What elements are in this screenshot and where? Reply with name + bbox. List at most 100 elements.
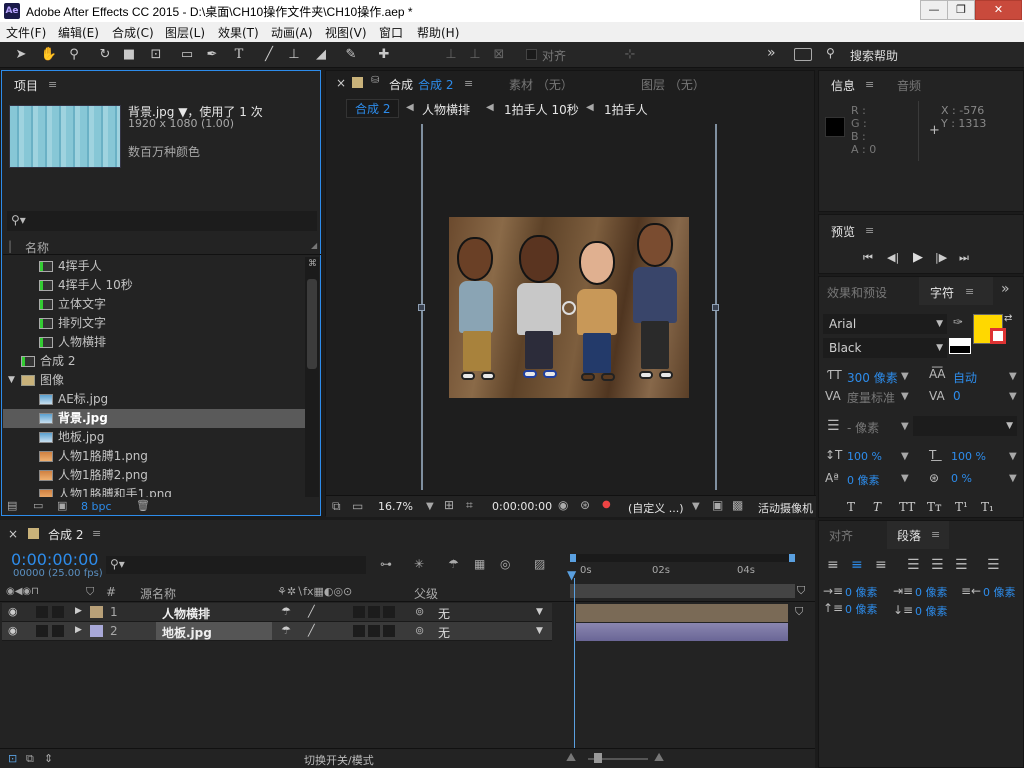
- first-frame-icon[interactable]: ⏮: [863, 251, 873, 265]
- font-size-value[interactable]: 300 像素: [847, 369, 898, 386]
- channel-icon[interactable]: ●: [602, 499, 611, 510]
- viewer-timecode[interactable]: 0:00:00:00: [492, 500, 552, 513]
- audio-tab[interactable]: 音频: [897, 77, 921, 94]
- dropdown-icon[interactable]: ▼: [901, 473, 909, 484]
- layer-name[interactable]: 地板.jpg: [162, 624, 212, 641]
- lock-toggle[interactable]: [52, 606, 64, 618]
- project-tab[interactable]: 项目: [14, 77, 38, 94]
- column-parent[interactable]: 父级: [414, 585, 438, 602]
- paragraph-tab[interactable]: 段落: [897, 527, 921, 544]
- show-snapshot-icon[interactable]: ⊛: [580, 498, 590, 512]
- info-tab[interactable]: 信息: [831, 77, 855, 94]
- superscript-icon[interactable]: T¹: [955, 500, 968, 514]
- small-caps-icon[interactable]: Tт: [927, 500, 942, 514]
- horizontal-scale-value[interactable]: 100 %: [951, 450, 986, 463]
- indent-first-value[interactable]: 0 像素: [915, 584, 948, 600]
- minimize-button[interactable]: —: [920, 0, 948, 20]
- breadcrumb-clap-10s[interactable]: 1拍手人 10秒: [504, 101, 579, 118]
- solo-toggle[interactable]: [36, 625, 48, 637]
- justify-center-icon[interactable]: ☰: [931, 557, 944, 573]
- switch-box[interactable]: [353, 606, 365, 618]
- eraser-tool-icon[interactable]: ◢: [312, 46, 330, 64]
- project-item[interactable]: 人物1胳膊2.png: [3, 466, 305, 485]
- interpret-footage-icon[interactable]: ▤: [7, 499, 17, 512]
- panel-menu-icon[interactable]: ≡: [965, 285, 974, 298]
- timeline-layer-row[interactable]: ◉ ▶ 1 人物横排 ☂ ╱ ⊚ 无 ▼: [2, 603, 552, 622]
- search-icon[interactable]: ⚲: [826, 46, 835, 60]
- toggle-layer-switches-icon[interactable]: ⊡: [8, 752, 17, 765]
- project-item[interactable]: 排列文字: [3, 314, 305, 333]
- solo-toggle[interactable]: [36, 606, 48, 618]
- toggle-switches-modes[interactable]: 切换开关/模式: [304, 752, 374, 768]
- tsume-value[interactable]: 0 %: [951, 472, 972, 485]
- justify-all-icon[interactable]: ☰: [987, 557, 1000, 573]
- time-navigator[interactable]: [570, 584, 795, 598]
- play-icon[interactable]: ▶: [913, 250, 923, 265]
- resolution-dropdown-icon[interactable]: ▼: [692, 501, 700, 512]
- camera-tool-icon[interactable]: ■: [120, 46, 138, 64]
- dropdown-icon[interactable]: ▼: [901, 451, 909, 462]
- scroll-thumb[interactable]: [307, 279, 317, 369]
- column-source-name[interactable]: 源名称: [140, 585, 176, 602]
- prev-frame-icon[interactable]: ◀|: [887, 251, 899, 264]
- shy-switch-icon[interactable]: ☂: [281, 624, 291, 637]
- project-item[interactable]: 4挥手人: [3, 257, 305, 276]
- zoom-tool-icon[interactable]: ⚲: [65, 46, 83, 64]
- frame-blending-icon[interactable]: ▦: [474, 557, 485, 571]
- project-item[interactable]: 合成 2: [3, 352, 305, 371]
- parent-dropdown-icon[interactable]: ▼: [536, 607, 543, 617]
- restore-button[interactable]: ❐: [947, 0, 975, 20]
- layer-end-icon[interactable]: ⛉: [795, 605, 803, 619]
- column-name[interactable]: 名称: [25, 239, 49, 256]
- effects-presets-tab[interactable]: 效果和预设: [827, 284, 887, 301]
- justify-left-icon[interactable]: ☰: [907, 557, 920, 573]
- puppet-pin-tool-icon[interactable]: ✚: [375, 46, 393, 64]
- toggle-transfer-icon[interactable]: ⧉: [26, 752, 34, 766]
- menu-help[interactable]: 帮助(H): [417, 24, 459, 41]
- parent-select[interactable]: 无: [438, 624, 450, 641]
- indent-right-value[interactable]: 0 像素: [983, 584, 1016, 600]
- stroke-color-swatch[interactable]: [990, 328, 1006, 344]
- monitor-icon[interactable]: ▭: [352, 499, 363, 513]
- quality-switch-icon[interactable]: ╱: [308, 605, 315, 618]
- pickwhip-icon[interactable]: ⊚: [415, 624, 424, 637]
- quality-switch-icon[interactable]: ╱: [308, 624, 315, 637]
- twirl-arrow-icon[interactable]: ▶: [75, 606, 82, 616]
- new-comp-icon[interactable]: ▣: [57, 499, 67, 512]
- vertical-scale-value[interactable]: 100 %: [847, 450, 882, 463]
- snap-checkbox[interactable]: [526, 49, 537, 60]
- timeline-close-icon[interactable]: ×: [8, 527, 18, 541]
- transparency-grid-icon[interactable]: ▩: [732, 498, 743, 512]
- snap-options-icon[interactable]: ⊹: [621, 46, 639, 64]
- font-family-select[interactable]: Arial ▼: [823, 314, 947, 334]
- more-tools-icon[interactable]: »: [767, 45, 776, 61]
- shy-switch-icon[interactable]: ☂: [281, 605, 291, 618]
- switch-box[interactable]: [383, 625, 395, 637]
- shy-layers-icon[interactable]: ☂: [448, 557, 459, 571]
- rectangle-tool-icon[interactable]: ▭: [178, 46, 196, 64]
- panel-menu-icon[interactable]: ≡: [92, 527, 101, 540]
- panel-menu-icon[interactable]: ≡: [48, 78, 57, 91]
- menu-file[interactable]: 文件(F): [6, 24, 46, 41]
- pen-tool-icon[interactable]: ✒: [203, 46, 221, 64]
- type-tool-icon[interactable]: T: [230, 46, 248, 64]
- align-center-icon[interactable]: ≡: [851, 557, 863, 573]
- baseline-value[interactable]: 0 像素: [847, 472, 880, 488]
- timeline-tab[interactable]: 合成 2: [48, 526, 83, 543]
- menu-composition[interactable]: 合成(C): [112, 24, 154, 41]
- white-swatch[interactable]: [949, 338, 971, 346]
- comp-canvas[interactable]: [449, 217, 689, 398]
- switch-box[interactable]: [368, 606, 380, 618]
- project-item[interactable]: 人物1胳膊和手1.png: [3, 485, 305, 497]
- subscript-icon[interactable]: T₁: [981, 500, 994, 514]
- leading-value[interactable]: 自动: [953, 369, 977, 386]
- align-left-icon[interactable]: ≡: [827, 557, 839, 573]
- project-item[interactable]: 地板.jpg: [3, 428, 305, 447]
- grid-icon[interactable]: ⊞: [444, 498, 454, 512]
- dropdown-icon[interactable]: ▼: [1009, 371, 1017, 382]
- tracking-value[interactable]: 0: [953, 389, 961, 403]
- timeline-timecode[interactable]: 0:00:00:00: [11, 550, 98, 569]
- brush-tool-icon[interactable]: ╱: [260, 46, 278, 64]
- project-scrollbar[interactable]: ⌘: [305, 257, 319, 497]
- dropdown-icon[interactable]: ▼: [901, 391, 909, 402]
